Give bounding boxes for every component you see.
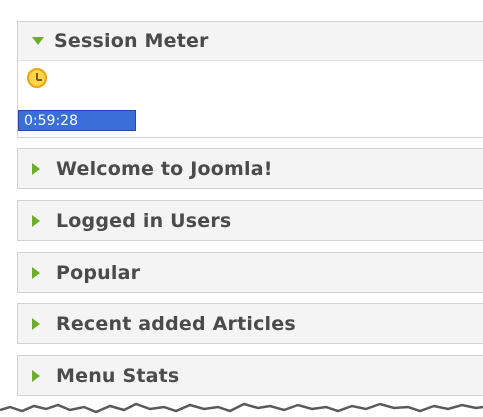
panel-title-menu-stats: Menu Stats <box>56 364 180 387</box>
panel-popular: Popular <box>17 252 483 293</box>
panel-title-welcome: Welcome to Joomla! <box>56 157 273 180</box>
panel-title-logged-in-users: Logged in Users <box>56 209 232 232</box>
panel-header-recent-articles[interactable]: Recent added Articles <box>18 304 483 343</box>
torn-edge-shadow <box>0 402 483 417</box>
panel-title-recent-articles: Recent added Articles <box>56 312 296 335</box>
session-timer: 0:59:28 <box>18 110 136 131</box>
session-meter-panel: Session Meter 0:59:28 <box>17 21 483 138</box>
panel-header-welcome[interactable]: Welcome to Joomla! <box>18 149 483 188</box>
panel-header-menu-stats[interactable]: Menu Stats <box>18 356 483 395</box>
triangle-right-icon <box>32 317 40 330</box>
panel-logged-in-users: Logged in Users <box>17 200 483 241</box>
panel-recent-articles: Recent added Articles <box>17 303 483 344</box>
triangle-right-icon <box>32 214 40 227</box>
panel-header-logged-in-users[interactable]: Logged in Users <box>18 201 483 240</box>
clock-icon <box>27 68 47 88</box>
panel-title-popular: Popular <box>56 261 141 284</box>
panel-welcome: Welcome to Joomla! <box>17 148 483 189</box>
triangle-right-icon <box>32 369 40 382</box>
session-meter-header[interactable]: Session Meter <box>18 22 483 61</box>
triangle-down-icon <box>32 37 44 45</box>
session-meter-title: Session Meter <box>54 30 209 52</box>
triangle-right-icon <box>32 266 40 279</box>
triangle-right-icon <box>32 162 40 175</box>
panel-header-popular[interactable]: Popular <box>18 253 483 292</box>
session-timer-text: 0:59:28 <box>24 112 78 129</box>
panel-menu-stats: Menu Stats <box>17 355 483 396</box>
